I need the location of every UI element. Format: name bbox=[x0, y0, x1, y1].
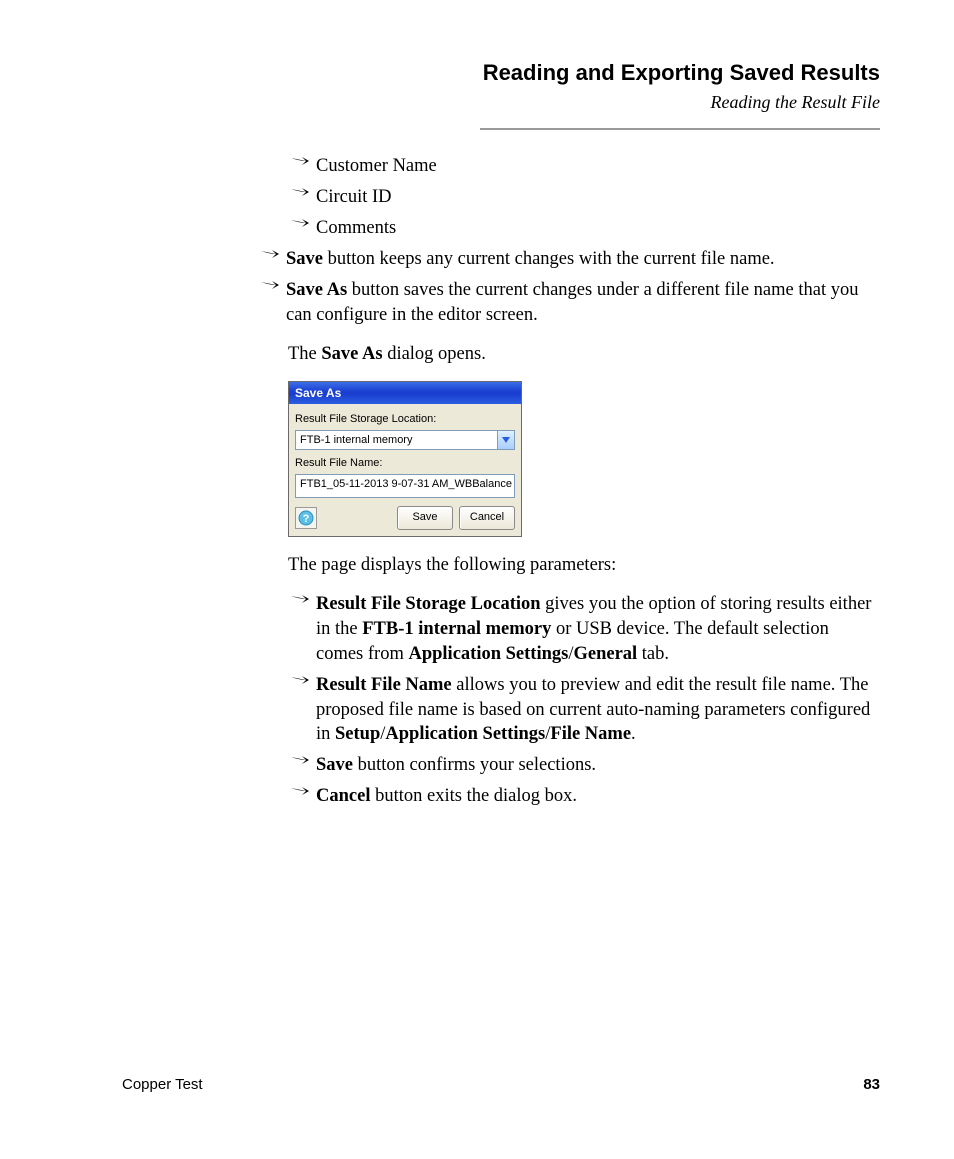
bullet-arrow-icon bbox=[290, 154, 312, 168]
storage-location-label: Result File Storage Location: bbox=[295, 412, 515, 427]
list-item-text: Save button confirms your selections. bbox=[316, 753, 880, 778]
bullet-arrow-icon bbox=[290, 784, 312, 798]
list-item-text: Save As button saves the current changes… bbox=[286, 278, 880, 328]
cancel-button[interactable]: Cancel bbox=[459, 506, 515, 530]
help-icon[interactable]: ? bbox=[295, 507, 317, 529]
dialog-titlebar: Save As bbox=[289, 382, 521, 404]
header-rule bbox=[480, 128, 880, 130]
page-section-subtitle: Reading the Result File bbox=[483, 92, 880, 113]
save-button[interactable]: Save bbox=[397, 506, 453, 530]
list-item-text: Customer Name bbox=[316, 154, 880, 179]
list-item: Save As button saves the current changes… bbox=[260, 278, 880, 328]
storage-location-combo[interactable]: FTB-1 internal memory bbox=[295, 430, 515, 450]
bullet-arrow-icon bbox=[260, 278, 282, 292]
filename-input[interactable]: FTB1_05-11-2013 9-07-31 AM_WBBalance bbox=[295, 474, 515, 498]
list-item: Comments bbox=[290, 216, 880, 241]
bullet-arrow-icon bbox=[290, 592, 312, 606]
list-item: Save button keeps any current changes wi… bbox=[260, 247, 880, 272]
list-item: Cancel button exits the dialog box. bbox=[290, 784, 880, 809]
bullet-arrow-icon bbox=[290, 673, 312, 687]
saveas-dialog: Save As Result File Storage Location: FT… bbox=[288, 381, 522, 537]
bullet-arrow-icon bbox=[290, 216, 312, 230]
list-item-text: Result File Storage Location gives you t… bbox=[316, 592, 880, 667]
list-item-text: Comments bbox=[316, 216, 880, 241]
bullet-arrow-icon bbox=[260, 247, 282, 261]
bullet-arrow-icon bbox=[290, 185, 312, 199]
filename-label: Result File Name: bbox=[295, 456, 515, 471]
svg-text:?: ? bbox=[303, 513, 310, 525]
list-item: Result File Storage Location gives you t… bbox=[290, 592, 880, 667]
bullet-arrow-icon bbox=[290, 753, 312, 767]
page-number: 83 bbox=[863, 1076, 880, 1093]
page-section-title: Reading and Exporting Saved Results bbox=[483, 60, 880, 86]
paragraph: The page displays the following paramete… bbox=[288, 553, 880, 578]
list-item: Circuit ID bbox=[290, 185, 880, 210]
dropdown-arrow-icon[interactable] bbox=[497, 431, 514, 449]
paragraph: The Save As dialog opens. bbox=[288, 342, 880, 367]
list-item: Save button confirms your selections. bbox=[290, 753, 880, 778]
storage-location-value: FTB-1 internal memory bbox=[296, 431, 497, 449]
list-item-text: Result File Name allows you to preview a… bbox=[316, 673, 880, 748]
list-item-text: Save button keeps any current changes wi… bbox=[286, 247, 880, 272]
list-item-text: Cancel button exits the dialog box. bbox=[316, 784, 880, 809]
footer-product-name: Copper Test bbox=[122, 1076, 203, 1093]
list-item-text: Circuit ID bbox=[316, 185, 880, 210]
list-item: Result File Name allows you to preview a… bbox=[290, 673, 880, 748]
list-item: Customer Name bbox=[290, 154, 880, 179]
